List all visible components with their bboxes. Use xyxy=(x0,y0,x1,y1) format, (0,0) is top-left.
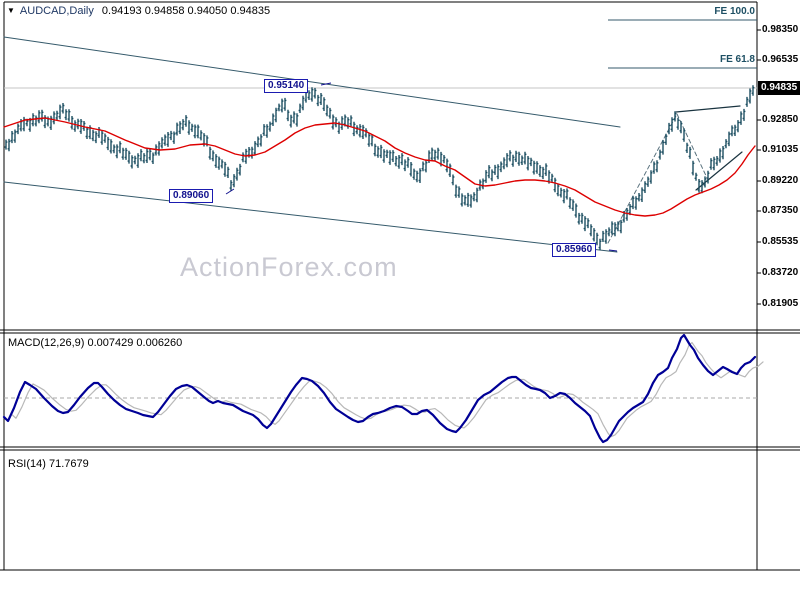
price-level-label: 0.85960 xyxy=(552,243,597,257)
dropdown-triangle-icon[interactable]: ▼ xyxy=(7,6,15,15)
symbol-timeframe-label: AUDCAD,Daily xyxy=(19,5,94,17)
price-axis-label: 0.92850 xyxy=(762,114,799,125)
ohlc-values: 0.94193 0.94858 0.94050 0.94835 xyxy=(101,5,271,17)
price-axis-label: 0.89220 xyxy=(762,175,799,186)
rsi-indicator-label: RSI(14) 71.7679 xyxy=(8,458,89,470)
current-price-tag: 0.94835 xyxy=(758,81,800,95)
price-axis-label: 0.91035 xyxy=(762,144,799,155)
price-axis-label: 0.83720 xyxy=(762,267,799,278)
price-axis-label: 0.85535 xyxy=(762,236,799,247)
fib-extension-label: FE 100.0 xyxy=(714,6,755,17)
price-axis-label: 0.96535 xyxy=(762,54,799,65)
fib-extension-label: FE 61.8 xyxy=(719,54,755,65)
price-level-label: 0.89060 xyxy=(169,189,214,203)
price-axis-label: 0.81905 xyxy=(762,298,799,309)
chart-header: ▼ AUDCAD,Daily 0.94193 0.94858 0.94050 0.9… xyxy=(7,5,270,17)
price-axis-label: 0.98350 xyxy=(762,24,799,35)
chart-window: ▼ AUDCAD,Daily 0.94193 0.94858 0.94050 0.9… xyxy=(0,0,800,600)
price-level-label: 0.95140 xyxy=(264,79,309,93)
price-axis-label: 0.87350 xyxy=(762,205,799,216)
macd-indicator-label: MACD(12,26,9) 0.007429 0.006260 xyxy=(8,337,183,349)
watermark: ActionForex.com xyxy=(180,252,398,282)
chart-canvas[interactable] xyxy=(0,0,800,600)
